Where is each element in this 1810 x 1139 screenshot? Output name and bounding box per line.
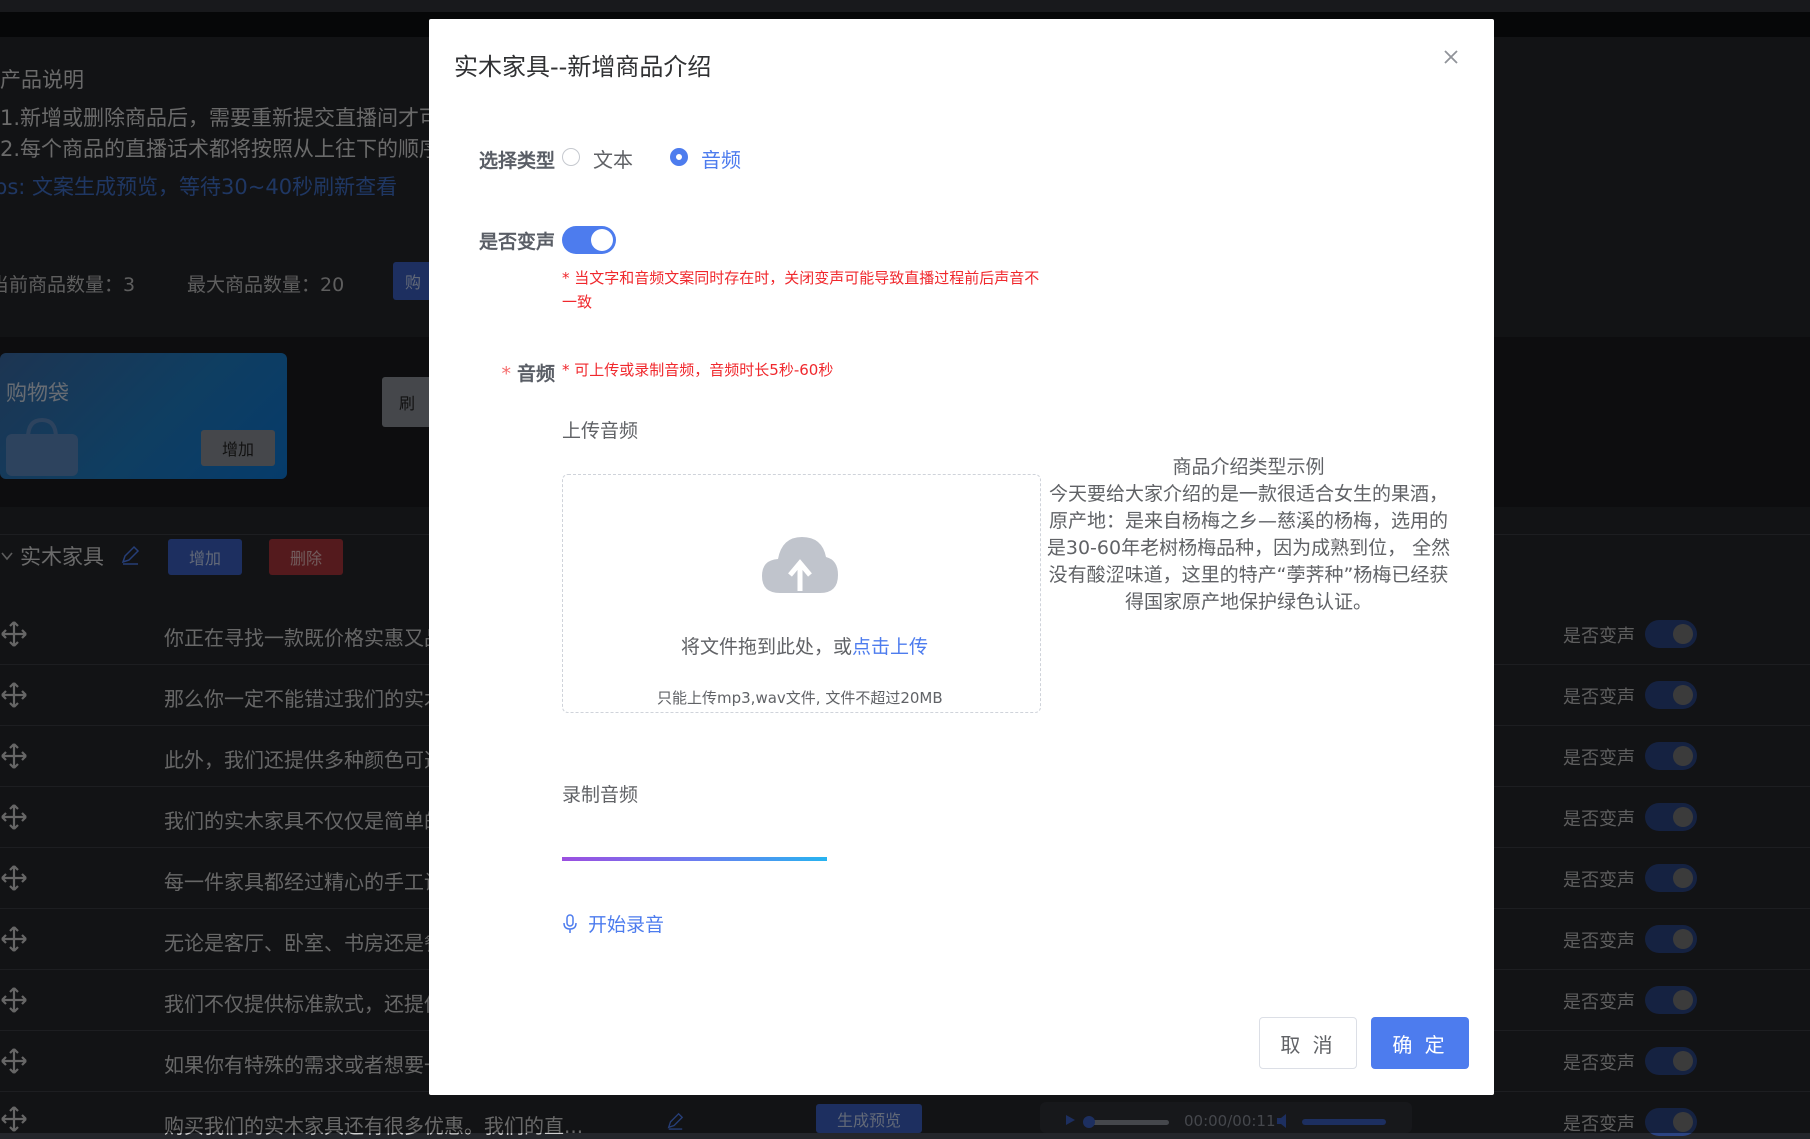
voice-change-switch[interactable] (562, 226, 616, 254)
click-upload-link[interactable]: 点击上传 (852, 636, 928, 658)
audio-hint: * 可上传或录制音频，音频时长5秒-60秒 (562, 361, 834, 379)
audio-label: * 音频 (501, 363, 555, 385)
close-icon[interactable] (1439, 45, 1463, 69)
example-title: 商品介绍类型示例 (1172, 456, 1325, 478)
example-box: 商品介绍类型示例 今天要给大家介绍的是一款很适合女生的果酒，原产地：是来自杨梅之… (1046, 454, 1451, 616)
add-product-intro-dialog: 实木家具--新增商品介绍 选择类型 文本 音频 是否变声 * 当文字和音频文案同… (429, 19, 1494, 1095)
cancel-button[interactable]: 取 消 (1259, 1017, 1357, 1069)
microphone-icon (563, 913, 577, 933)
upload-dropzone[interactable]: 将文件拖到此处，或点击上传 只能上传mp3,wav文件, 文件不超过20MB (562, 474, 1041, 713)
cloud-upload-icon (762, 537, 838, 593)
radio-audio-label[interactable]: 音频 (701, 144, 741, 173)
type-label: 选择类型 (478, 150, 555, 172)
upload-audio-title: 上传音频 (562, 420, 639, 442)
dialog-title: 实木家具--新增商品介绍 (454, 53, 712, 81)
record-audio-title: 录制音频 (562, 784, 639, 806)
voice-change-label: 是否变声 (478, 231, 555, 253)
radio-audio[interactable] (670, 148, 688, 166)
radio-text-label[interactable]: 文本 (593, 144, 633, 173)
upload-instruction: 将文件拖到此处，或点击上传 (681, 636, 929, 658)
audio-wave-bar (562, 857, 827, 861)
start-recording-button[interactable]: 开始录音 (562, 910, 664, 937)
confirm-button[interactable]: 确 定 (1371, 1017, 1469, 1069)
start-recording-label: 开始录音 (588, 914, 665, 936)
example-text: 今天要给大家介绍的是一款很适合女生的果酒，原产地：是来自杨梅之乡—慈溪的杨梅，选… (1046, 483, 1451, 613)
radio-text[interactable] (562, 148, 580, 166)
upload-tip: 只能上传mp3,wav文件, 文件不超过20MB (657, 689, 943, 707)
voice-change-warning: * 当文字和音频文案同时存在时，关闭变声可能导致直播过程前后声音不一致 (562, 269, 1040, 311)
